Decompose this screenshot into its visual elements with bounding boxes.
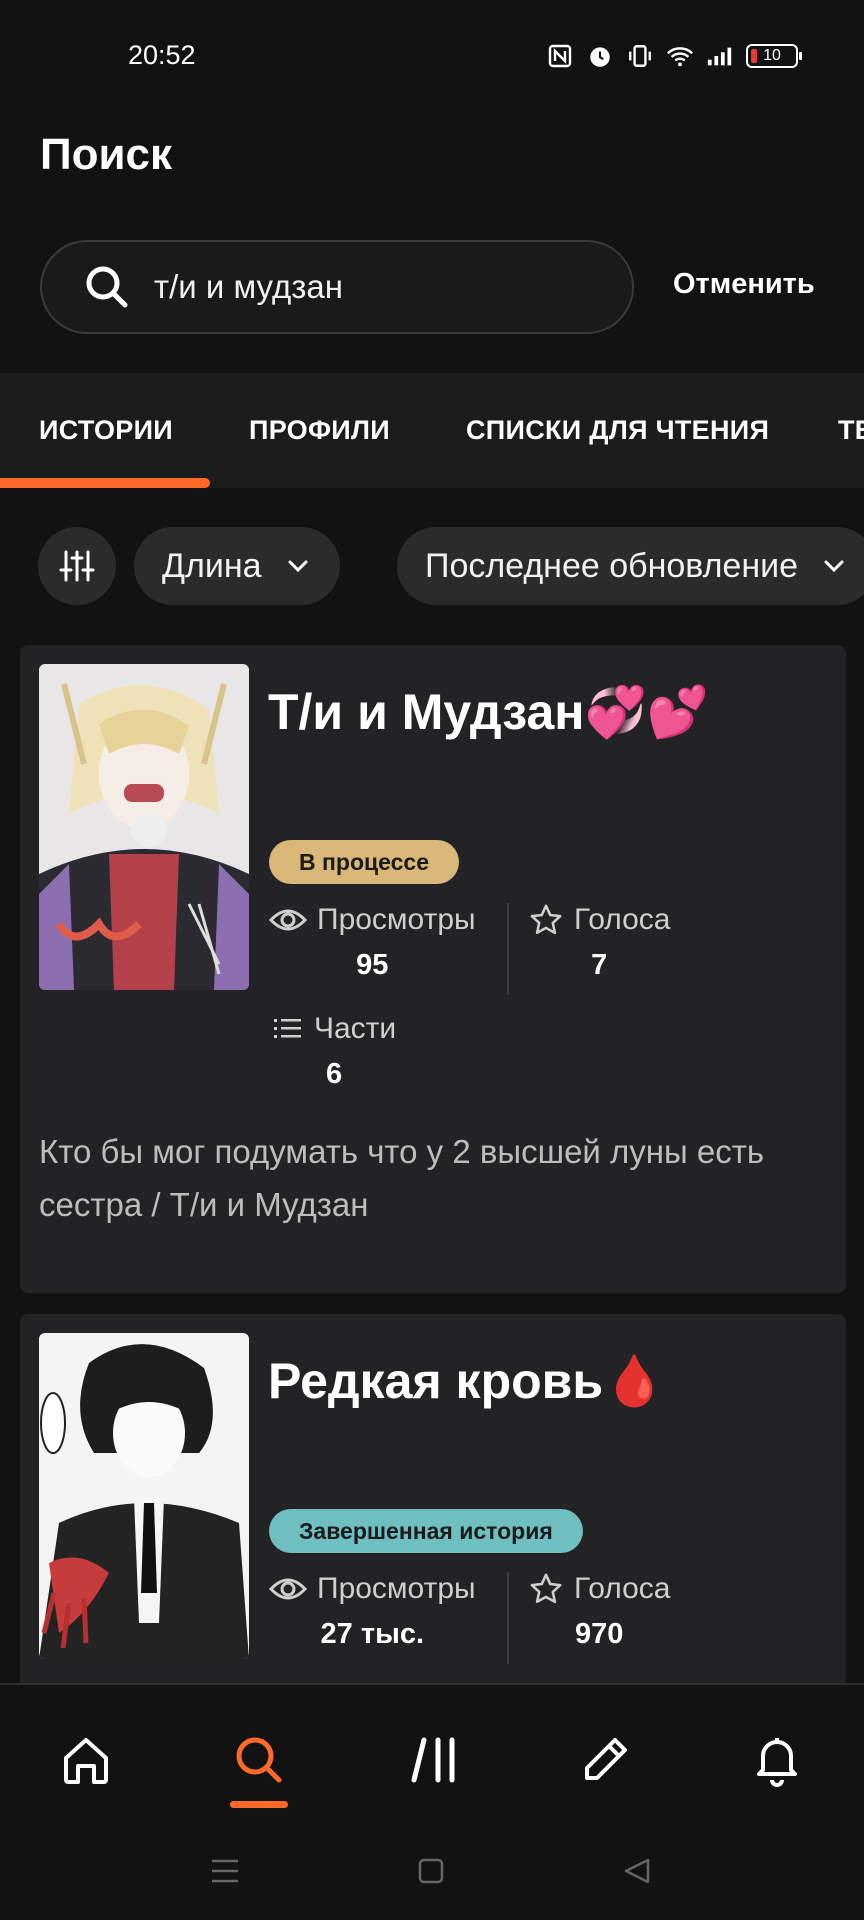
views-stat: Просмотры 27 тыс. [269,1572,476,1651]
search-icon [86,266,128,308]
tab-tags[interactable]: ТЕ [838,415,864,446]
battery-level: 10 [763,47,781,64]
votes-label: Голоса [574,1572,671,1605]
stat-divider [507,903,509,995]
square-icon [418,1858,444,1884]
bottom-nav [0,1683,864,1920]
story-description: Кто бы мог подумать что у 2 высшей луны … [39,1133,765,1223]
status-badge: Завершенная история [269,1509,583,1553]
parts-label: Части [314,1012,397,1045]
status-time: 20:52 [128,40,196,70]
nav-notifications[interactable] [742,1725,812,1795]
nav-search[interactable] [224,1725,294,1795]
length-filter[interactable]: Длина [134,527,340,605]
parts-stat: Части 6 [272,1012,396,1091]
status-bar: 20:52 10 [0,0,864,110]
status-badge: В процессе [269,840,459,884]
signal-icon [706,42,734,70]
status-icons: 10 [546,42,802,70]
votes-stat: Голоса 7 [528,903,670,982]
nav-library[interactable] [399,1725,469,1795]
search-input[interactable] [154,268,594,306]
chevron-down-icon [824,560,844,573]
chevron-down-icon [288,560,308,573]
star-icon [530,904,562,935]
votes-count: 970 [575,1618,624,1650]
views-count: 27 тыс. [320,1618,425,1650]
sort-filter[interactable]: Последнее обновление [397,527,864,605]
tab-reading-lists[interactable]: СПИСКИ ДЛЯ ЧТЕНИЯ [466,415,769,446]
story-cover-image [39,664,249,990]
tab-bar: ИСТОРИИ ПРОФИЛИ СПИСКИ ДЛЯ ЧТЕНИЯ ТЕ [0,373,864,488]
story-title[interactable]: Редкая кровь🩸 [268,1352,665,1411]
views-stat: Просмотры 95 [269,903,476,982]
back-triangle-icon [624,1858,650,1884]
page-title: Поиск [40,130,173,179]
wifi-icon [666,42,694,70]
nav-home[interactable] [51,1725,121,1795]
search-icon [236,1737,282,1783]
votes-stat: Голоса 970 [528,1572,670,1651]
length-filter-label: Длина [162,546,262,585]
cancel-button[interactable]: Отменить [673,268,815,301]
filter-settings-button[interactable] [38,527,116,605]
votes-label: Голоса [574,903,671,936]
system-back-button[interactable] [619,1853,655,1889]
active-nav-indicator [230,1801,288,1808]
nav-write[interactable] [570,1725,640,1795]
search-box[interactable] [40,240,634,334]
filter-row: Длина Последнее обновление [0,527,864,607]
story-card[interactable]: Редкая кровь🩸 Завершенная история Просмо… [20,1314,846,1694]
views-label: Просмотры [317,1572,476,1605]
menu-icon [212,1859,238,1883]
bell-icon [757,1738,797,1787]
votes-count: 7 [591,949,608,981]
system-home-button[interactable] [413,1853,449,1889]
eye-icon [269,1578,307,1600]
system-menu-button[interactable] [207,1853,243,1889]
views-count: 95 [356,949,389,981]
vibrate-icon [626,42,654,70]
sort-filter-label: Последнее обновление [425,546,799,585]
views-label: Просмотры [317,903,476,936]
eye-icon [269,909,307,931]
story-title[interactable]: Т/и и Мудзан💞💕 [268,683,709,742]
write-icon [585,1738,627,1780]
alarm-icon [586,42,614,70]
story-cover-image [39,1333,249,1659]
nfc-icon [546,42,574,70]
stat-divider [507,1572,509,1664]
tab-profiles[interactable]: ПРОФИЛИ [249,415,390,446]
tab-stories[interactable]: ИСТОРИИ [39,415,173,446]
active-tab-indicator [0,478,210,488]
story-card[interactable]: Т/и и Мудзан💞💕 В процессе Просмотры 95 Г… [20,645,846,1293]
sliders-icon [59,550,95,582]
battery-indicator: 10 [746,44,802,68]
star-icon [530,1573,562,1604]
list-icon [274,1019,301,1038]
parts-count: 6 [326,1058,343,1090]
library-icon [411,1737,455,1783]
home-icon [64,1738,108,1784]
